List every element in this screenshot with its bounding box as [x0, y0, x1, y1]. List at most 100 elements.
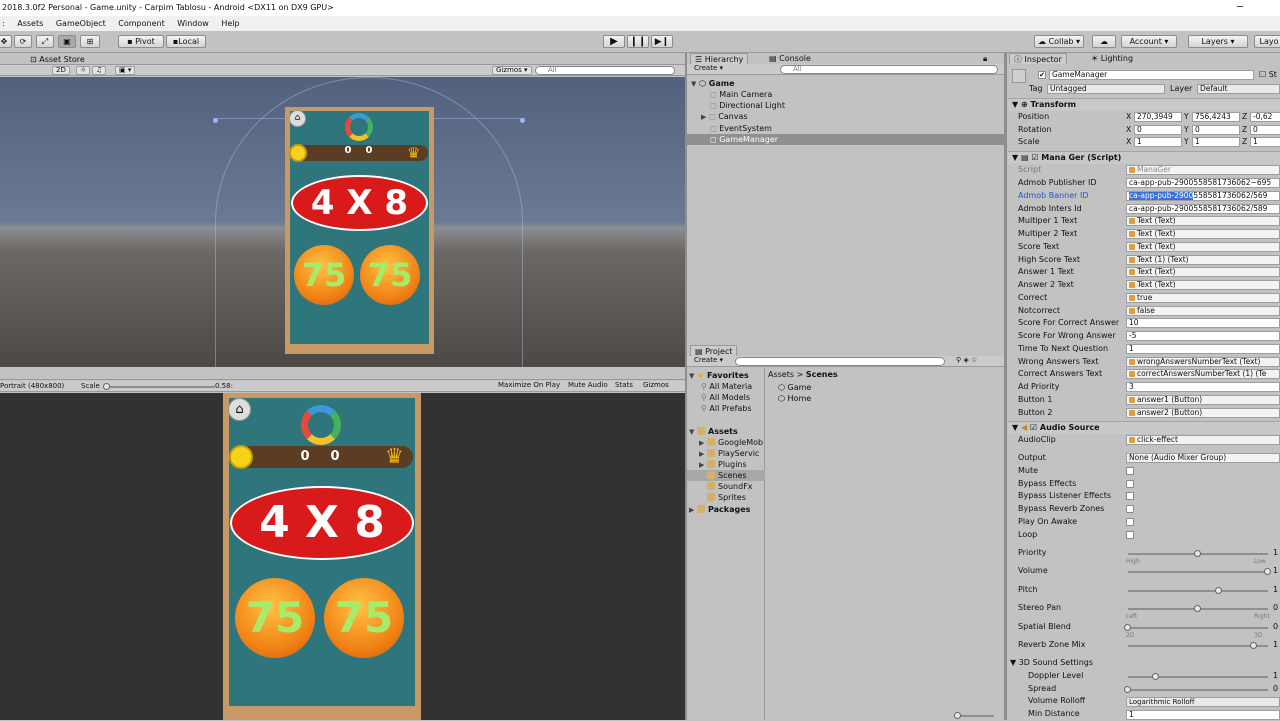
step-button[interactable]: ▶❙ — [651, 35, 673, 48]
audio-checkbox[interactable] — [1126, 492, 1134, 501]
move-tool-icon[interactable]: ✥ — [0, 35, 12, 48]
script-field-value[interactable]: ca-app-pub-2900558581736062/589 — [1126, 203, 1280, 214]
hierarchy-item-main-camera[interactable]: ◻ Main Camera — [710, 89, 772, 100]
tab-console[interactable]: ▤ Console — [765, 53, 815, 64]
script-field-value[interactable]: Text (Text) — [1126, 280, 1280, 290]
effects-toggle-icon[interactable]: ▣ ▾ — [115, 66, 136, 75]
script-field-value[interactable]: answer1 (Button) — [1126, 394, 1280, 405]
game-viewport[interactable]: ⌂ 0 0 ♛ 4 X 8 75 75 — [0, 393, 685, 720]
script-field-value[interactable]: Text (Text) — [1126, 241, 1280, 252]
active-checkbox[interactable]: ✔ — [1038, 71, 1046, 79]
object-name-input[interactable]: GameManager — [1049, 70, 1254, 80]
script-field-value[interactable]: 10 — [1126, 318, 1280, 329]
scene-root[interactable]: ▼ ⬡ Game — [691, 78, 735, 89]
transform-header[interactable]: ▼ ⊕ Transform — [1008, 98, 1280, 111]
aspect-dropdown[interactable]: Portrait (480x800) — [0, 382, 64, 390]
transform-x-field[interactable]: 1 — [1134, 137, 1182, 148]
fav-item[interactable]: ⚲ All Materia — [701, 381, 752, 392]
audio-checkbox[interactable] — [1126, 517, 1134, 526]
transform-x-field[interactable]: 270,3949 — [1134, 112, 1182, 122]
script-field-value[interactable]: 1 — [1126, 343, 1280, 354]
audio-toggle-icon[interactable]: ♫ — [92, 66, 107, 75]
tab-asset-store[interactable]: ⊡ Asset Store — [26, 54, 89, 65]
answer1-button[interactable]: 75 — [235, 578, 315, 658]
tab-hierarchy[interactable]: ☰ Hierarchy — [690, 53, 749, 64]
script-field-value[interactable]: correctAnswersNumberText (1) (Te — [1126, 369, 1280, 380]
layout-button[interactable]: Layo — [1254, 35, 1280, 48]
script-field-value[interactable]: Text (Text) — [1126, 229, 1280, 239]
folder-item[interactable]: SoundFx — [707, 481, 753, 492]
mute-audio-button[interactable]: Mute Audio — [565, 382, 611, 391]
mindist-field[interactable]: 1 — [1126, 710, 1280, 720]
scene-file-home[interactable]: ⬡ Home — [778, 393, 811, 404]
audio-slider-knob[interactable] — [1215, 586, 1222, 594]
transform-y-field[interactable]: 1 — [1192, 137, 1240, 148]
script-field-value[interactable]: true — [1126, 292, 1280, 303]
menu-help[interactable]: Help — [221, 16, 239, 31]
tab-project[interactable]: ▤ Project — [690, 345, 738, 356]
hierarchy-lock-icon[interactable]: 🔒︎ — [979, 53, 991, 64]
sound3d-slider-track[interactable] — [1128, 676, 1268, 678]
transform-tool-icon[interactable]: ⊞ — [80, 35, 100, 48]
pivot-button[interactable]: ▪ Pivot — [118, 35, 164, 48]
sound3d-slider-knob[interactable] — [1152, 673, 1159, 680]
script-field-value[interactable]: wrongAnswersNumberText (Text) — [1126, 356, 1280, 367]
rotate-tool-icon[interactable]: ⟳ — [14, 35, 32, 48]
favorites-header[interactable]: ▼ ★ Favorites — [689, 370, 749, 381]
play-button[interactable]: ▶ — [603, 35, 625, 48]
scene-viewport[interactable]: ⌂ 0 0 ♛ 4 X 8 75 75 — [0, 77, 685, 367]
output-field[interactable]: None (Audio Mixer Group) — [1126, 453, 1280, 463]
rolloff-dropdown[interactable]: Logarithmic Rolloff — [1126, 697, 1280, 707]
audio-slider-knob[interactable] — [1250, 642, 1257, 649]
scale-slider[interactable] — [105, 386, 215, 388]
answer2-button[interactable]: 75 — [324, 578, 404, 658]
transform-x-field[interactable]: 0 — [1134, 124, 1182, 135]
folder-item[interactable]: Sprites — [707, 492, 746, 503]
scale-tool-icon[interactable]: ⤢ — [36, 35, 54, 48]
menu-gameobject[interactable]: GameObject — [56, 16, 106, 31]
script-field-value[interactable]: ca-app-pub-2900558581736062/569 — [1126, 190, 1280, 201]
folder-item[interactable]: ▶ Plugins — [699, 459, 747, 470]
menu-assets[interactable]: Assets — [17, 16, 43, 31]
script-header[interactable]: ▼ ▤ ☑ Mana Ger (Script) — [1008, 151, 1280, 164]
script-field-value[interactable]: ca-app-pub-2900558581736062~695 — [1126, 178, 1280, 188]
audio-checkbox[interactable] — [1126, 467, 1134, 475]
stats-button[interactable]: Stats — [612, 382, 636, 391]
project-create-button[interactable]: Create ▾ — [691, 357, 726, 366]
audio-checkbox[interactable] — [1126, 530, 1134, 539]
audio-slider-track[interactable] — [1128, 645, 1268, 647]
assets-header[interactable]: ▼ Assets — [689, 426, 738, 437]
tag-dropdown[interactable]: Untagged — [1047, 84, 1165, 94]
audio-source-header[interactable]: ▼ ◀ ☑ Audio Source — [1008, 421, 1280, 434]
packages-header[interactable]: ▶ Packages — [689, 504, 750, 515]
script-field-value[interactable]: answer2 (Button) — [1126, 407, 1280, 418]
tab-inspector[interactable]: ⓘ Inspector — [1009, 53, 1067, 64]
audio-checkbox[interactable] — [1126, 479, 1134, 488]
audio-checkbox[interactable] — [1126, 505, 1134, 514]
maximize-on-play-button[interactable]: Maximize On Play — [495, 382, 563, 391]
hierarchy-item-eventsystem[interactable]: ◻ EventSystem — [710, 123, 772, 134]
layer-dropdown[interactable]: Default — [1197, 84, 1280, 94]
hierarchy-search-input[interactable]: All — [780, 65, 998, 74]
hierarchy-item-canvas[interactable]: ▶ ◻ Canvas — [701, 111, 748, 122]
fav-item[interactable]: ⚲ All Prefabs — [701, 403, 752, 414]
project-search-input[interactable] — [735, 357, 945, 366]
transform-z-field[interactable]: -0,62 — [1250, 112, 1280, 122]
lighting-toggle-icon[interactable]: ☼ — [76, 66, 91, 75]
menu-component[interactable]: Component — [118, 16, 164, 31]
account-button[interactable]: Account ▾ — [1121, 35, 1177, 48]
transform-z-field[interactable]: 1 — [1250, 137, 1280, 148]
collab-button[interactable]: ☁ Collab ▾ — [1034, 35, 1084, 48]
audioclip-field[interactable]: click-effect — [1126, 435, 1280, 445]
script-field-value[interactable]: Text (1) (Text) — [1126, 254, 1280, 265]
transform-z-field[interactable]: 0 — [1250, 124, 1280, 135]
static-checkbox[interactable]: ☐ St — [1259, 70, 1277, 79]
audio-slider-track[interactable] — [1128, 571, 1268, 574]
script-field-value[interactable]: -5 — [1126, 331, 1280, 341]
minimize-icon[interactable]: ─ — [1237, 0, 1243, 16]
folder-item[interactable]: ▶ GoogleMob — [699, 437, 763, 448]
filter-icon[interactable]: ⚲ ◈ ☆ — [953, 357, 980, 366]
script-field-value[interactable]: Text (Text) — [1126, 216, 1280, 227]
scene-gizmos-button[interactable]: Gizmos ▾ — [492, 66, 532, 75]
hierarchy-create-button[interactable]: Create ▾ — [691, 65, 726, 74]
